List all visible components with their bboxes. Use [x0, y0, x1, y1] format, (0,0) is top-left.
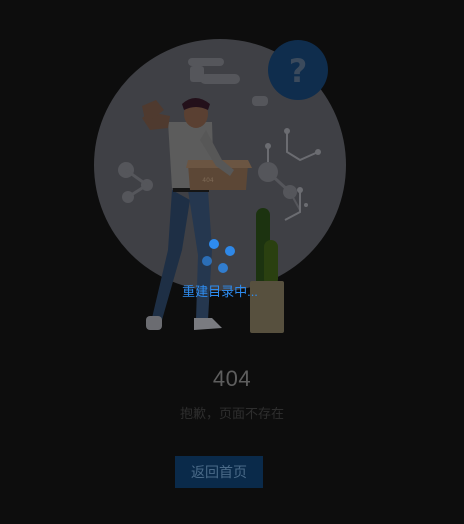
plant-pot	[250, 281, 284, 333]
box-label: 404	[202, 177, 214, 184]
error-page: ? 404 404 抱歉，页面不存在 返回首页 重建目录中...	[0, 0, 464, 524]
error-code: 404	[212, 366, 252, 391]
question-mark-glyph: ?	[289, 52, 308, 90]
back-home-button[interactable]: 返回首页	[175, 456, 263, 488]
question-badge: ?	[268, 40, 328, 100]
not-found-illustration: ? 404	[94, 39, 346, 333]
error-message: 抱歉，页面不存在	[179, 406, 284, 421]
